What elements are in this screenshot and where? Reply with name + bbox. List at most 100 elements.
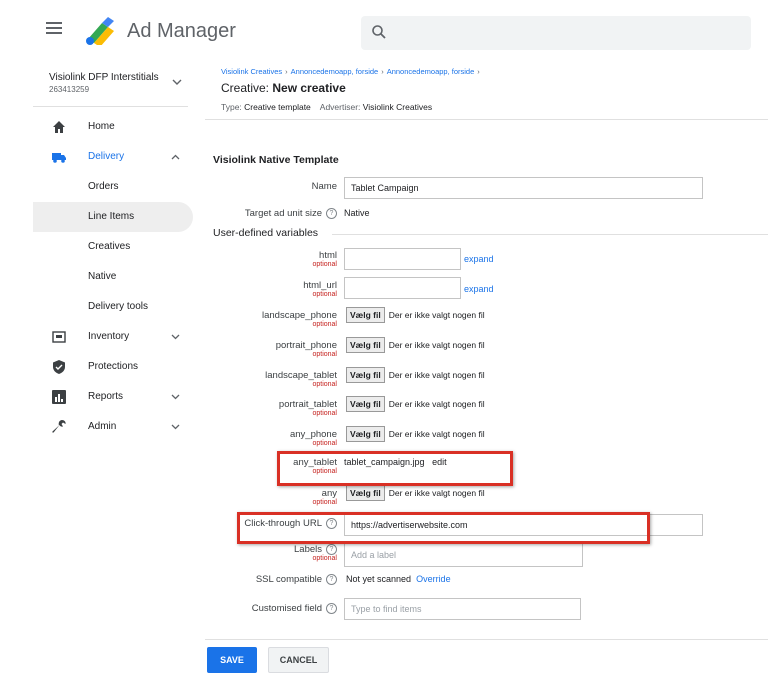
- help-icon[interactable]: ?: [326, 574, 337, 585]
- customised-field-label: Customised field?: [252, 603, 337, 614]
- shield-icon: [53, 360, 65, 374]
- file-status: Der er ikke valgt nogen fil: [388, 399, 485, 409]
- sidebar-item-label: Inventory: [88, 331, 130, 342]
- sidebar-item-label: Protections: [88, 361, 139, 372]
- sidebar-item-delivery[interactable]: Delivery: [0, 142, 195, 172]
- footer-divider: [205, 639, 768, 640]
- section-divider: [332, 234, 768, 235]
- template-title: Visiolink Native Template: [213, 154, 339, 166]
- search-bar[interactable]: [361, 16, 751, 50]
- any-tablet-label: any_tablet optional: [293, 457, 337, 475]
- breadcrumb-link[interactable]: Annoncedemoapp, forside: [387, 67, 475, 76]
- uploaded-file-name: tablet_campaign.jpg: [344, 457, 425, 467]
- type-value: Creative template: [244, 102, 311, 112]
- type-label: Type:: [221, 102, 242, 112]
- sidebar-item-creatives[interactable]: Creatives: [0, 232, 195, 262]
- sidebar-item-protections[interactable]: Protections: [0, 352, 195, 382]
- choose-file-button[interactable]: Vælg fil: [346, 337, 385, 353]
- title-prefix: Creative:: [221, 81, 270, 95]
- sidebar-item-label: Native: [88, 271, 117, 282]
- chevron-down-icon: [171, 394, 180, 400]
- chevron-down-icon[interactable]: [172, 78, 182, 86]
- advertiser-label: Advertiser:: [319, 102, 361, 112]
- creative-meta: Type: Creative template Advertiser: Visi…: [221, 102, 432, 112]
- sidebar-item-label: Delivery tools: [88, 301, 149, 312]
- labels-field[interactable]: Add a label: [344, 543, 583, 567]
- choose-file-button[interactable]: Vælg fil: [346, 485, 385, 501]
- header-divider: [205, 119, 768, 120]
- app-header: Ad Manager: [0, 0, 768, 62]
- choose-file-button[interactable]: Vælg fil: [346, 396, 385, 412]
- html-url-label: html_url optional: [303, 280, 337, 298]
- any-tablet-file: tablet_campaign.jpg edit: [344, 457, 447, 467]
- name-field[interactable]: Tablet Campaign: [344, 177, 703, 199]
- breadcrumb-link[interactable]: Annoncedemoapp, forside: [291, 67, 379, 76]
- sidebar: Visiolink DFP Interstitials 263413259 Ho…: [0, 62, 205, 699]
- click-through-label: Click-through URL?: [244, 518, 337, 529]
- html-label: html optional: [312, 250, 337, 268]
- breadcrumb: Visiolink Creatives › Annoncedemoapp, fors…: [221, 67, 480, 76]
- click-through-url-field[interactable]: https://advertiserwebsite.com: [344, 514, 703, 536]
- main-content: Visiolink Creatives › Annoncedemoapp, fors…: [205, 62, 768, 699]
- expand-link[interactable]: expand: [464, 284, 494, 294]
- hamburger-menu-icon[interactable]: [46, 22, 62, 36]
- chevron-up-icon: [171, 154, 180, 160]
- file-status: Der er ikke valgt nogen fil: [388, 488, 485, 498]
- landscape-phone-file: Vælg fil Der er ikke valgt nogen fil: [346, 307, 485, 323]
- sidebar-item-inventory[interactable]: Inventory: [0, 322, 195, 352]
- portrait-phone-file: Vælg fil Der er ikke valgt nogen fil: [346, 337, 485, 353]
- sidebar-divider: [33, 106, 188, 107]
- bar-chart-icon: [52, 390, 66, 404]
- creative-name: New creative: [272, 81, 346, 95]
- file-status: Der er ikke valgt nogen fil: [388, 429, 485, 439]
- sidebar-item-orders[interactable]: Orders: [0, 172, 195, 202]
- customised-field-input[interactable]: Type to find items: [344, 598, 581, 620]
- html-url-field[interactable]: [344, 277, 461, 299]
- portrait-tablet-file: Vælg fil Der er ikke valgt nogen fil: [346, 396, 485, 412]
- choose-file-button[interactable]: Vælg fil: [346, 307, 385, 323]
- page-title: Creative: New creative: [221, 81, 346, 95]
- search-icon[interactable]: [371, 24, 387, 40]
- truck-icon: [52, 153, 66, 163]
- network-id: 263413259: [49, 85, 90, 94]
- file-status: Der er ikke valgt nogen fil: [388, 370, 485, 380]
- any-phone-file: Vælg fil Der er ikke valgt nogen fil: [346, 426, 485, 442]
- expand-link[interactable]: expand: [464, 254, 494, 264]
- file-status: Der er ikke valgt nogen fil: [388, 310, 485, 320]
- sidebar-item-reports[interactable]: Reports: [0, 382, 195, 412]
- sidebar-item-line-items[interactable]: Line Items: [33, 202, 193, 232]
- labels-label: Labels? optional: [294, 544, 337, 563]
- sidebar-item-label: Creatives: [88, 241, 131, 252]
- save-button[interactable]: SAVE: [207, 647, 257, 673]
- help-icon[interactable]: ?: [326, 603, 337, 614]
- help-icon[interactable]: ?: [326, 544, 337, 555]
- any-file: Vælg fil Der er ikke valgt nogen fil: [346, 485, 485, 501]
- portrait-phone-label: portrait_phone optional: [275, 340, 337, 358]
- sidebar-item-native[interactable]: Native: [0, 262, 195, 292]
- sidebar-item-delivery-tools[interactable]: Delivery tools: [0, 292, 195, 322]
- choose-file-button[interactable]: Vælg fil: [346, 367, 385, 383]
- name-label: Name: [311, 181, 337, 192]
- override-link[interactable]: Override: [416, 574, 451, 584]
- edit-link[interactable]: edit: [432, 457, 447, 467]
- advertiser-value: Visiolink Creatives: [362, 102, 433, 112]
- portrait-tablet-label: portrait_tablet optional: [278, 399, 337, 417]
- breadcrumb-link[interactable]: Visiolink Creatives: [221, 67, 282, 76]
- landscape-tablet-label: landscape_tablet optional: [265, 370, 337, 388]
- sidebar-item-home[interactable]: Home: [0, 112, 195, 142]
- landscape-tablet-file: Vælg fil Der er ikke valgt nogen fil: [346, 367, 485, 383]
- user-defined-variables-title: User-defined variables: [213, 227, 319, 239]
- help-icon[interactable]: ?: [326, 208, 337, 219]
- sidebar-item-label: Home: [88, 121, 115, 132]
- sidebar-item-admin[interactable]: Admin: [0, 412, 195, 442]
- choose-file-button[interactable]: Vælg fil: [346, 426, 385, 442]
- html-field[interactable]: [344, 248, 461, 270]
- wrench-icon: [52, 420, 66, 433]
- cancel-button[interactable]: CANCEL: [268, 647, 329, 673]
- chevron-down-icon: [171, 424, 180, 430]
- help-icon[interactable]: ?: [326, 518, 337, 529]
- sidebar-item-label: Orders: [88, 181, 119, 192]
- any-label: any optional: [312, 488, 337, 506]
- home-icon: [53, 121, 65, 133]
- network-name[interactable]: Visiolink DFP Interstitials: [49, 72, 159, 83]
